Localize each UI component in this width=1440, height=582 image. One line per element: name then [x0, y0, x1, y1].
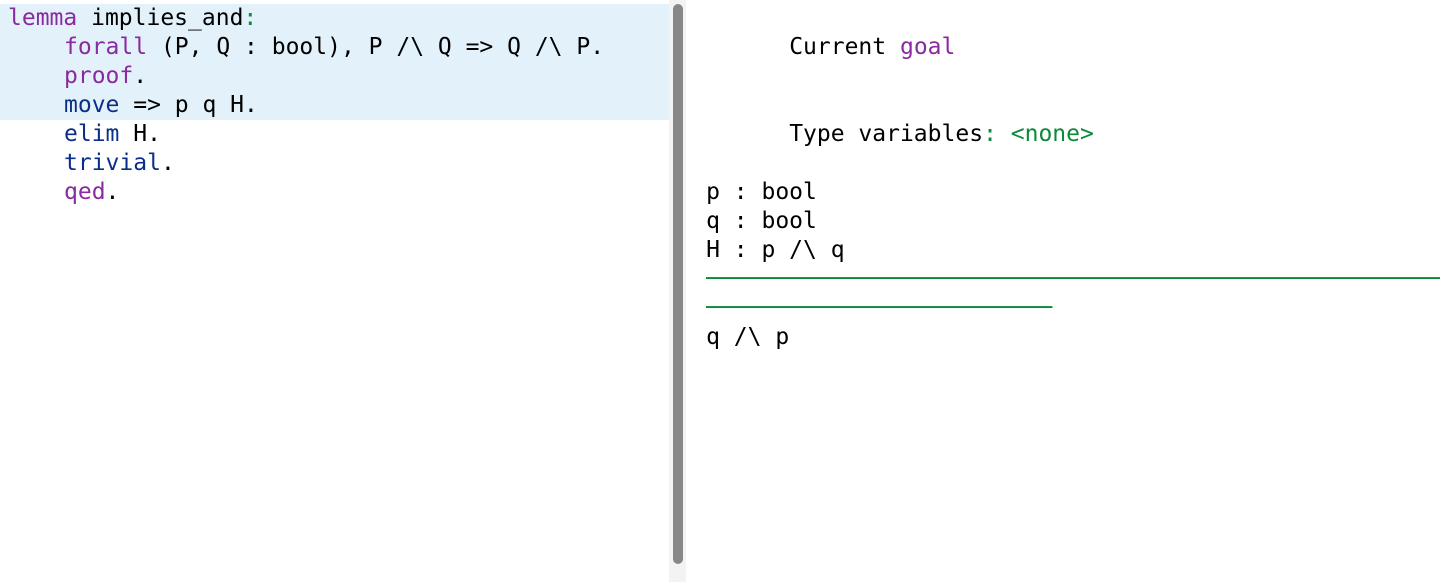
- goal-separator-short-text: ─────────────────────────: [706, 295, 1052, 321]
- code-token: :: [243, 5, 257, 31]
- goals-header: Current goal: [706, 4, 1440, 91]
- goals-header-current: Current: [789, 34, 900, 60]
- code-token: => p q H.: [119, 92, 257, 118]
- ide-container: lemma implies_and:forall (P, Q : bool), …: [0, 0, 1440, 582]
- code-token: forall: [64, 34, 147, 60]
- code-token: H.: [119, 121, 161, 147]
- tv-colon: :: [983, 121, 1011, 147]
- panel-splitter[interactable]: [669, 0, 686, 582]
- goals-header-goal: goal: [900, 34, 955, 60]
- goals-panel: Current goal Type variables: <none> p : …: [686, 0, 1440, 582]
- code-line-0[interactable]: lemma implies_and:: [0, 4, 669, 33]
- code-line-3[interactable]: move => p q H.: [0, 91, 669, 120]
- tv-value: <none>: [1011, 121, 1094, 147]
- code-token: implies_and: [77, 5, 243, 31]
- code-token: (P, Q : bool), P /\ Q => Q /\ P.: [147, 34, 604, 60]
- code-token: trivial: [64, 150, 161, 176]
- code-line-1[interactable]: forall (P, Q : bool), P /\ Q => Q /\ P.: [0, 33, 669, 62]
- hypothesis-q: q : bool: [706, 207, 1440, 236]
- code-token: .: [106, 179, 120, 205]
- hypothesis-H: H : p /\ q: [706, 236, 1440, 265]
- code-line-6[interactable]: qed.: [0, 178, 669, 207]
- goal-separator-long: ────────────────────────────────────────…: [706, 265, 1440, 294]
- code-token: .: [161, 150, 175, 176]
- code-token: proof: [64, 63, 133, 89]
- scrollbar-thumb[interactable]: [673, 4, 683, 564]
- hypothesis-p: p : bool: [706, 178, 1440, 207]
- code-token: move: [64, 92, 119, 118]
- code-token: .: [133, 63, 147, 89]
- type-variables-line: Type variables: <none>: [706, 91, 1440, 178]
- editor-panel[interactable]: lemma implies_and:forall (P, Q : bool), …: [0, 0, 669, 582]
- code-token: lemma: [8, 5, 77, 31]
- code-token: elim: [64, 121, 119, 147]
- tv-label: Type variables: [789, 121, 983, 147]
- code-line-5[interactable]: trivial.: [0, 149, 669, 178]
- code-line-4[interactable]: elim H.: [0, 120, 669, 149]
- code-line-2[interactable]: proof.: [0, 62, 669, 91]
- goal-conclusion: q /\ p: [706, 323, 1440, 352]
- code-token: qed: [64, 179, 106, 205]
- goal-separator-short: ⯈ ─────────────────────────: [706, 294, 1440, 323]
